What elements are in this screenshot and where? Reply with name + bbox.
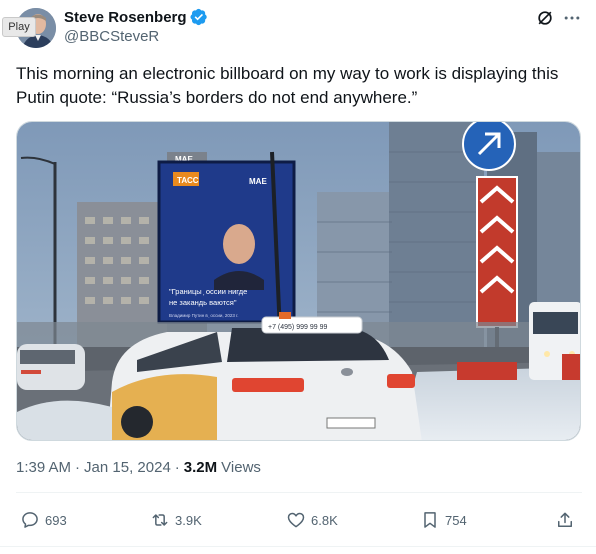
taxi-roof-phone: +7 (495) 999 99 99 [268,324,327,331]
reply-button[interactable]: 693 [20,503,67,537]
billboard-brand-left: ТАСС [177,176,199,185]
billboard-caption: Владимир Путин в ᷊ оссии, 2023 г. [169,313,238,318]
bookmark-icon [424,512,436,528]
views-label: Views [221,459,261,476]
billboard-photo: МАЕ ТАСС МАЕ "Границы ᷊ оссии нигде не з… [17,122,580,440]
tweet-header: Play Steve Rosenberg @BBCSteveR [0,0,596,56]
display-name[interactable]: Steve Rosenberg [64,9,187,26]
more-options-icon[interactable] [562,8,582,28]
play-badge[interactable]: Play [2,17,36,37]
billboard-brand-right: МАЕ [249,177,267,186]
billboard-quote-line2: не закандь ваются" [169,298,237,307]
tweet-photo[interactable]: МАЕ ТАСС МАЕ "Границы ᷊ оссии нигде не з… [16,121,581,441]
repost-icon [152,514,168,526]
meta-separator-2: · [174,459,180,476]
like-count: 6.8K [311,512,338,528]
author-name-row: Steve Rosenberg [64,8,208,26]
author-handle[interactable]: @BBCSteveR [64,28,159,45]
heart-icon [287,512,305,528]
reply-count: 693 [45,512,67,528]
tweet-time[interactable]: 1:39 AM [16,459,71,476]
verified-badge-icon [190,8,207,26]
share-icon [558,512,572,527]
repost-count: 3.9K [175,512,202,528]
action-bar: 693 3.9K 6.8K 754 [0,503,596,537]
views-count: 3.2M [183,459,218,476]
grok-icon[interactable] [535,8,555,28]
divider [16,492,582,493]
tweet-text: This morning an electronic billboard on … [16,64,559,107]
bookmark-count: 754 [445,512,467,528]
reply-icon [22,512,38,528]
bookmark-button[interactable]: 754 [420,503,467,537]
repost-button[interactable]: 3.9K [150,503,202,537]
tweet-date[interactable]: Jan 15, 2024 [84,459,171,476]
billboard-quote-line1: "Границы ᷊ оссии нигде [169,287,247,296]
like-button[interactable]: 6.8K [286,503,338,537]
tweet-meta: 1:39 AM · Jan 15, 2024 · 3.2M Views [16,459,261,476]
bottom-divider [0,546,596,547]
meta-separator: · [75,459,81,476]
share-button[interactable] [555,503,580,537]
